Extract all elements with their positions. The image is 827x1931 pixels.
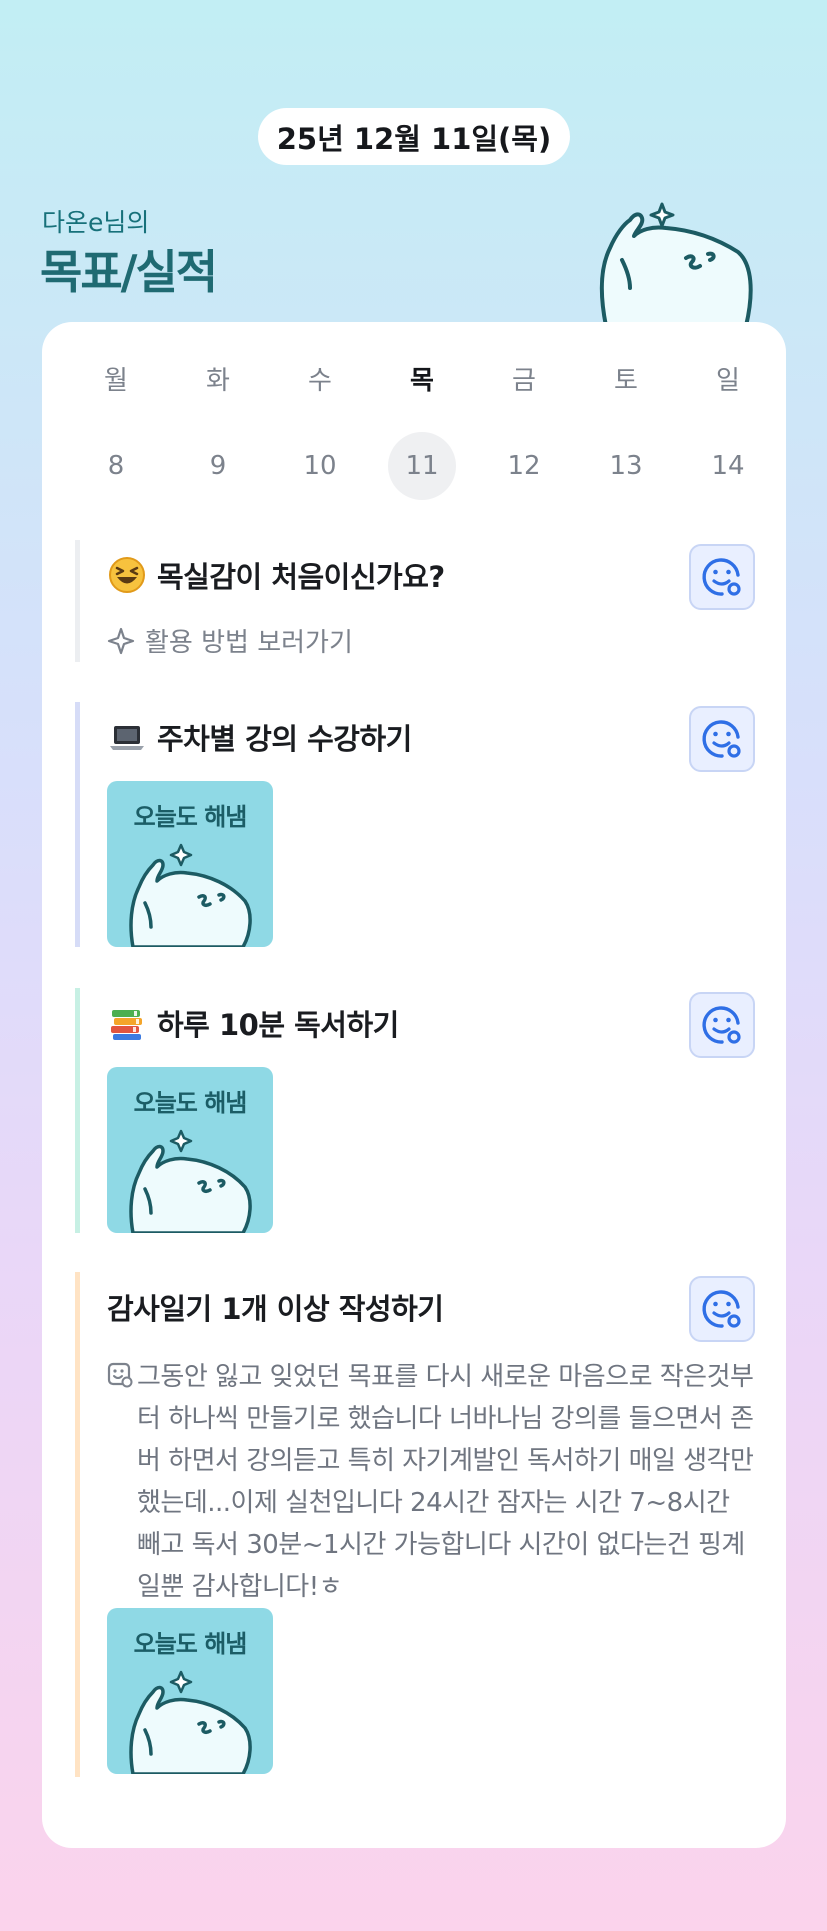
goal-color-bar (75, 540, 80, 662)
reaction-button[interactable] (689, 544, 755, 610)
goal-title: 주차별 강의 수강하기 (157, 722, 412, 756)
weekday-label: 월 (104, 366, 128, 396)
memo-text: 그동안 잃고 잊었던 목표를 다시 새로운 마음으로 작은것부터 하나씩 만들기… (137, 1362, 754, 1602)
current-date: 25년 12월 11일(목) (276, 121, 552, 156)
howto-label: 활용 방법 보러가기 (145, 628, 353, 658)
memo-note-icon (107, 1362, 137, 1608)
reaction-button[interactable] (689, 1276, 755, 1342)
date-pill[interactable]: 25년 12월 11일(목) (258, 108, 570, 165)
goal-item: 감사일기 1개 이상 작성하기 그동안 잃고 잊었던 목표를 다시 새로운 마음… (75, 1272, 755, 1777)
goal-title: 목실감이 처음이신가요? (157, 560, 445, 594)
sticker-image[interactable]: 오늘도 해냄 (107, 1608, 273, 1774)
weekday-label: 수 (308, 366, 332, 396)
goal-title: 감사일기 1개 이상 작성하기 (107, 1292, 444, 1326)
mascot-sticker-icon (129, 843, 252, 947)
owner-label: 다온e님의 (42, 208, 150, 237)
weekday-label: 일 (716, 366, 740, 396)
smile-add-icon (702, 558, 741, 596)
memo-block: 그동안 잃고 잊었던 목표를 다시 새로운 마음으로 작은것부터 하나씩 만들기… (107, 1356, 757, 1608)
date-cell[interactable]: 8 (82, 432, 150, 500)
sparkle-icon (107, 627, 135, 654)
sticker-text: 오늘도 해냄 (133, 803, 248, 831)
sticker-image[interactable]: 오늘도 해냄 (107, 1067, 273, 1233)
goal-color-bar (75, 988, 80, 1233)
smile-add-icon (702, 720, 741, 758)
date-cell[interactable]: 9 (184, 432, 252, 500)
mascot-sticker-icon (129, 1129, 252, 1233)
goal-item: 하루 10분 독서하기 오늘도 해냄 (75, 988, 755, 1233)
howto-link[interactable]: 활용 방법 보러가기 (107, 622, 353, 659)
sticker-image[interactable]: 오늘도 해냄 (107, 781, 273, 947)
goal-color-bar (75, 1272, 80, 1777)
goal-header: 감사일기 1개 이상 작성하기 (107, 1272, 444, 1342)
smile-add-icon (702, 1006, 741, 1044)
smile-add-icon (702, 1290, 741, 1328)
date-cell[interactable]: 10 (286, 432, 354, 500)
weekday-label: 화 (206, 366, 230, 396)
mascot-illustration (599, 202, 753, 326)
date-cell-selected[interactable]: 11 (388, 432, 456, 500)
goal-item: 목실감이 처음이신가요? 활용 방법 보러가기 (75, 540, 755, 662)
date-row: 8 9 10 11 12 13 14 (42, 432, 786, 500)
date-cell[interactable]: 14 (694, 432, 762, 500)
goals-card: 월 화 수 목 금 토 일 8 9 10 11 12 13 14 목실감이 처음… (42, 322, 786, 1848)
sticker-text: 오늘도 해냄 (133, 1630, 248, 1658)
goal-item: 주차별 강의 수강하기 오늘도 해냄 (75, 702, 755, 947)
laptop-emoji-icon (107, 717, 147, 757)
goal-header: 주차별 강의 수강하기 (107, 702, 412, 772)
goal-color-bar (75, 702, 80, 947)
books-emoji-icon (107, 1003, 147, 1043)
reaction-button[interactable] (689, 706, 755, 772)
goal-title: 하루 10분 독서하기 (157, 1008, 399, 1042)
sticker-text: 오늘도 해냄 (133, 1089, 248, 1117)
page-title: 목표/실적 (40, 245, 218, 299)
goal-header: 목실감이 처음이신가요? (107, 540, 445, 610)
grinning-squint-emoji-icon (107, 555, 147, 595)
weekday-label: 금 (512, 366, 536, 396)
weekday-row: 월 화 수 목 금 토 일 (42, 360, 786, 400)
reaction-button[interactable] (689, 992, 755, 1058)
weekday-label-selected: 목 (410, 366, 434, 396)
date-cell[interactable]: 13 (592, 432, 660, 500)
goal-header: 하루 10분 독서하기 (107, 988, 399, 1058)
mascot-sticker-icon (129, 1670, 252, 1774)
date-cell[interactable]: 12 (490, 432, 558, 500)
weekday-label: 토 (614, 366, 638, 396)
